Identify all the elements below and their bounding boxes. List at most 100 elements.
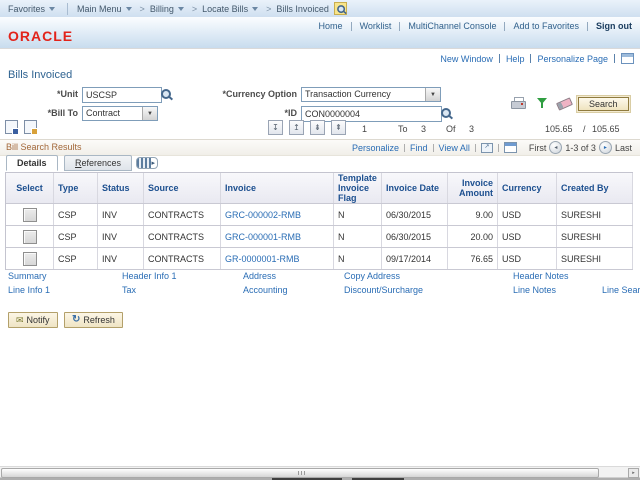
breadcrumb-item-main-menu[interactable]: Main Menu — [77, 4, 122, 14]
header-band: Home Worklist MultiChannel Console Add t… — [0, 17, 640, 48]
personalize-page-link[interactable]: Personalize Page — [537, 54, 608, 64]
tab-details[interactable]: Details — [6, 155, 58, 171]
worklist-link[interactable]: Worklist — [360, 21, 392, 31]
print-icon[interactable] — [511, 97, 526, 109]
bill-to-select[interactable]: Contract ▼ — [82, 106, 158, 121]
row-total: 3 — [469, 124, 474, 134]
bill-to-value: Contract — [83, 107, 142, 120]
line-notes-link[interactable]: Line Notes — [513, 285, 556, 295]
tab-details-label: Details — [17, 158, 47, 168]
cell-currency: USD — [498, 226, 557, 247]
breadcrumb-search-icon[interactable] — [334, 2, 347, 15]
breadcrumb-item-locate-bills[interactable]: Locate Bills — [202, 4, 248, 14]
personalize-link[interactable]: Personalize — [352, 143, 399, 153]
cell-currency: USD — [498, 248, 557, 269]
search-button[interactable]: Search — [578, 97, 629, 111]
link-divider — [351, 22, 352, 31]
line-info-1-link[interactable]: Line Info 1 — [8, 285, 50, 295]
dropdown-arrow-icon[interactable]: ▼ — [425, 88, 440, 101]
address-link[interactable]: Address — [243, 271, 276, 281]
breadcrumb-item-billing[interactable]: Billing — [150, 4, 174, 14]
currency-option-select[interactable]: Transaction Currency ▼ — [301, 87, 441, 102]
row-select-checkbox[interactable] — [23, 230, 37, 244]
cell-created-by: SURESHI — [557, 226, 633, 247]
add-to-favorites-link[interactable]: Add to Favorites — [513, 21, 579, 31]
cell-invoice-date: 09/17/2014 — [382, 248, 448, 269]
grid-controls: Personalize Find View All ↗ First ◂ 1-3 … — [352, 141, 632, 154]
column-header-invoice-amount: Invoice Amount — [448, 173, 498, 203]
horizontal-scrollbar[interactable]: ▸ — [0, 466, 640, 478]
tax-link[interactable]: Tax — [122, 285, 136, 295]
view-all-link[interactable]: View All — [439, 143, 470, 153]
breadcrumb-divider — [67, 3, 68, 15]
favorites-menu[interactable]: Favorites — [8, 4, 45, 14]
download-grid-icon[interactable] — [504, 142, 517, 153]
row-select-checkbox[interactable] — [23, 252, 37, 266]
scrollbar-grip-icon — [298, 471, 305, 475]
header-divider — [0, 48, 640, 49]
amount-total: 105.65 — [592, 124, 620, 134]
eraser-icon[interactable] — [556, 97, 573, 110]
dropdown-arrow-icon[interactable]: ▼ — [142, 107, 157, 120]
zoom-popup-icon[interactable]: ↗ — [481, 143, 493, 153]
line-search-link[interactable]: Line Search — [602, 285, 640, 295]
refresh-icon: ↻ — [72, 315, 80, 325]
copy-address-link[interactable]: Copy Address — [344, 271, 400, 281]
previous-rows-icon[interactable]: ◂ — [549, 141, 562, 154]
scroll-to-top-icon[interactable]: ↧ — [268, 120, 283, 135]
select-all-icon[interactable] — [5, 120, 18, 134]
accounting-link[interactable]: Accounting — [243, 285, 288, 295]
home-link[interactable]: Home — [319, 21, 343, 31]
help-link[interactable]: Help — [506, 54, 525, 64]
cell-invoice-amount: 76.65 — [448, 248, 498, 269]
discount-surcharge-link[interactable]: Discount/Surcharge — [344, 285, 423, 295]
scrollbar-thumb[interactable] — [1, 468, 599, 478]
table-row: CSP INV CONTRACTS GRC-000001-RMB N 06/30… — [6, 226, 633, 248]
tab-arrow-glyph: ▸ — [151, 159, 155, 167]
header-notes-link[interactable]: Header Notes — [513, 271, 569, 281]
refresh-label: Refresh — [83, 315, 115, 325]
sign-out-link[interactable]: Sign out — [596, 21, 632, 31]
column-header-invoice: Invoice — [221, 173, 334, 203]
invoice-link[interactable]: GRC-000002-RMB — [225, 210, 301, 220]
id-lookup-icon[interactable] — [441, 108, 452, 119]
link-divider — [404, 144, 405, 152]
scroll-to-bottom-icon[interactable]: ⇞ — [331, 120, 346, 135]
cell-source: CONTRACTS — [144, 248, 221, 269]
cell-created-by: SURESHI — [557, 248, 633, 269]
tab-references[interactable]: References — [64, 155, 132, 171]
row-start: 1 — [362, 124, 367, 134]
search-button-frame: Search — [576, 95, 631, 113]
table-row: CSP INV CONTRACTS GRC-000002-RMB N 06/30… — [6, 204, 633, 226]
header-info-1-link[interactable]: Header Info 1 — [122, 271, 177, 281]
show-all-tabs-icon[interactable]: ▸ — [136, 157, 158, 169]
new-window-link[interactable]: New Window — [440, 54, 493, 64]
scroll-right-button[interactable]: ▸ — [628, 468, 639, 478]
deselect-all-icon[interactable] — [24, 120, 37, 134]
scroll-up-icon[interactable]: ↥ — [289, 120, 304, 135]
row-select-checkbox[interactable] — [23, 208, 37, 222]
notify-button[interactable]: ✉ Notify — [8, 312, 58, 328]
breadcrumb-item-bills-invoiced[interactable]: Bills Invoiced — [276, 4, 329, 14]
summary-link[interactable]: Summary — [8, 271, 47, 281]
unit-input[interactable] — [82, 87, 162, 103]
scroll-down-icon[interactable]: ⇟ — [310, 120, 325, 135]
breadcrumb-separator: > — [192, 4, 197, 14]
column-header-status: Status — [98, 173, 144, 203]
cell-type: CSP — [54, 248, 98, 269]
cell-type: CSP — [54, 226, 98, 247]
currency-option-label: *Currency Option — [180, 89, 297, 99]
unit-lookup-icon[interactable] — [161, 89, 172, 100]
multichannel-console-link[interactable]: MultiChannel Console — [408, 21, 496, 31]
link-divider — [587, 22, 588, 31]
find-link[interactable]: Find — [410, 143, 428, 153]
invoice-link[interactable]: GRC-000001-RMB — [225, 232, 301, 242]
grid-header-row: Select Type Status Source Invoice Templa… — [6, 173, 633, 204]
row-of-label: Of — [446, 124, 456, 134]
window-layout-icon[interactable] — [621, 53, 634, 64]
invoice-link[interactable]: GR-0000001-RMB — [225, 254, 300, 264]
next-rows-icon[interactable]: ▸ — [599, 141, 612, 154]
filter-funnel-icon[interactable] — [537, 98, 548, 109]
cell-source: CONTRACTS — [144, 204, 221, 225]
refresh-button[interactable]: ↻ Refresh — [64, 312, 123, 328]
